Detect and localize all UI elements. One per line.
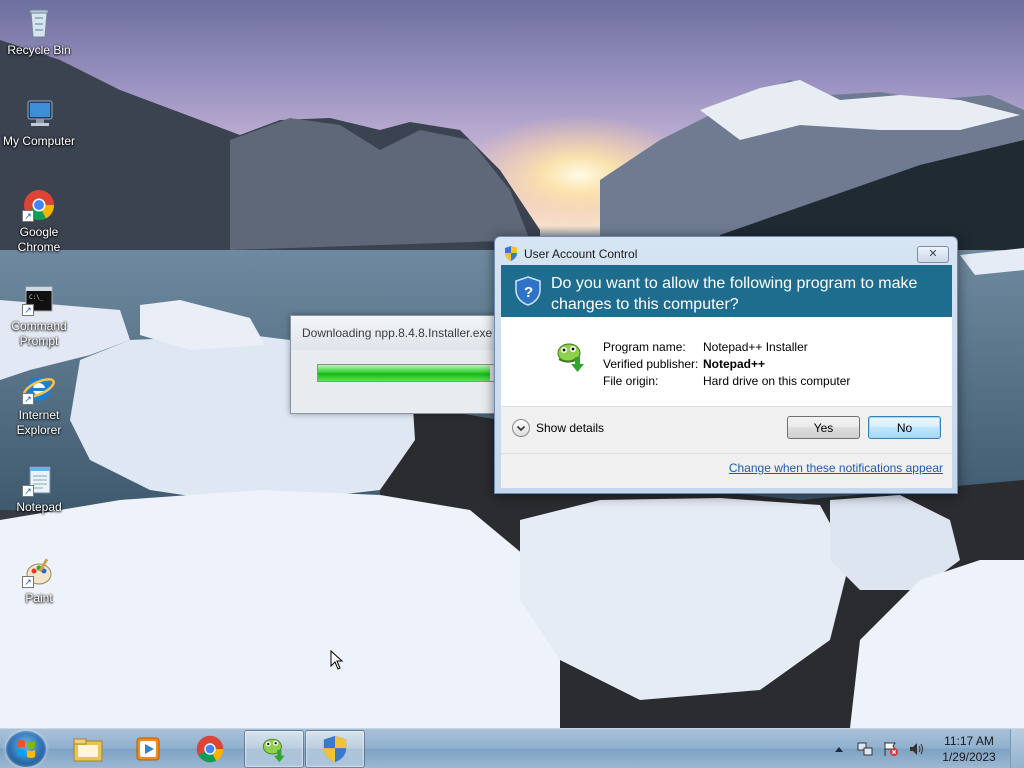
taskbar-clock[interactable]: 11:17 AM 1/29/2023	[934, 733, 1004, 765]
network-icon[interactable]	[857, 741, 873, 757]
desktop-icon-internet-explorer[interactable]: ↗ Internet Explorer	[1, 371, 77, 438]
shortcut-arrow-icon: ↗	[22, 485, 34, 497]
media-player-icon	[136, 737, 160, 761]
desktop-icon-label: Internet Explorer	[16, 408, 62, 437]
desktop-icon-my-computer[interactable]: My Computer	[1, 97, 77, 149]
mouse-cursor-icon	[330, 649, 344, 673]
file-origin-value: Hard drive on this computer	[703, 374, 851, 388]
desktop-icon-paint[interactable]: ↗ Paint	[1, 554, 77, 606]
show-details-toggle[interactable]: Show details	[512, 419, 604, 437]
download-progress-fill	[318, 365, 491, 381]
publisher-value: Notepad++	[703, 357, 766, 371]
desktop-icon-label: Command Prompt	[11, 319, 67, 348]
recycle-bin-icon	[22, 6, 56, 40]
command-prompt-icon: C:\_ ↗	[22, 282, 56, 316]
paint-icon: ↗	[22, 554, 56, 588]
desktop-icon-label: My Computer	[2, 134, 76, 148]
svg-text:C:\_: C:\_	[29, 294, 44, 301]
show-hidden-icons-icon[interactable]	[831, 741, 847, 757]
close-icon: ✕	[928, 248, 938, 260]
desktop-icon-command-prompt[interactable]: C:\_ ↗ Command Prompt	[1, 282, 77, 349]
notepad-icon: ↗	[22, 463, 56, 497]
yes-button[interactable]: Yes	[787, 416, 860, 439]
show-details-label: Show details	[536, 421, 605, 435]
program-info-grid: Program name: Notepad++ Installer Verifi…	[603, 339, 850, 390]
shortcut-arrow-icon: ↗	[22, 210, 34, 222]
chevron-down-icon	[512, 419, 530, 437]
download-progress-bar	[317, 364, 495, 382]
windows-explorer-icon	[73, 738, 103, 762]
uac-link-row: Change when these notifications appear	[501, 453, 952, 488]
action-center-flag-icon[interactable]	[883, 741, 899, 757]
file-origin-label: File origin:	[603, 374, 659, 388]
volume-icon[interactable]	[909, 741, 925, 757]
uac-dialog[interactable]: User Account Control ✕ ? Do you want to …	[494, 236, 958, 494]
windows-logo-icon	[17, 740, 35, 758]
start-button[interactable]	[6, 731, 46, 767]
uac-titlebar[interactable]: User Account Control ✕	[495, 237, 957, 265]
uac-shield-icon	[504, 246, 518, 264]
taskbar-windows-explorer[interactable]	[58, 730, 118, 768]
chrome-icon: ↗	[22, 188, 56, 222]
program-name-label: Program name:	[603, 340, 686, 354]
shortcut-arrow-icon: ↗	[22, 576, 34, 588]
svg-text:?: ?	[524, 284, 533, 301]
program-info-panel: Program name: Notepad++ Installer Verifi…	[501, 317, 952, 406]
no-button[interactable]: No	[868, 416, 941, 439]
change-notifications-link[interactable]: Change when these notifications appear	[729, 461, 943, 475]
desktop-icon-label: Paint	[25, 591, 53, 605]
system-tray: 11:17 AM 1/29/2023	[826, 729, 1024, 768]
desktop-icon-google-chrome[interactable]: ↗ Google Chrome	[1, 188, 77, 255]
download-window[interactable]: Downloading npp.8.4.8.Installer.exe	[290, 315, 505, 414]
uac-question: Do you want to allow the following progr…	[551, 275, 918, 313]
chrome-icon	[196, 735, 224, 763]
close-button[interactable]: ✕	[917, 246, 949, 263]
taskbar: 11:17 AM 1/29/2023	[0, 728, 1024, 768]
uac-button-row: Show details Yes No	[501, 406, 952, 453]
security-shield-icon: ?	[515, 276, 541, 309]
uac-shield-icon	[323, 735, 347, 763]
clock-date: 1/29/2023	[942, 750, 996, 764]
desktop-icon-label: Recycle Bin	[7, 43, 71, 57]
taskbar-notepad-plus-plus-installer[interactable]	[244, 730, 304, 768]
program-name-value: Notepad++ Installer	[703, 340, 808, 354]
publisher-label: Verified publisher:	[603, 357, 699, 371]
internet-explorer-icon: ↗	[22, 371, 56, 405]
clock-time: 11:17 AM	[944, 734, 994, 748]
desktop-icon-notepad[interactable]: ↗ Notepad	[1, 463, 77, 515]
taskbar-user-account-control[interactable]	[305, 730, 365, 768]
uac-question-banner: ? Do you want to allow the following pro…	[501, 265, 952, 317]
shortcut-arrow-icon: ↗	[22, 393, 34, 405]
taskbar-media-player[interactable]	[118, 730, 178, 768]
show-desktop-button[interactable]	[1010, 729, 1024, 768]
shortcut-arrow-icon: ↗	[22, 304, 34, 316]
desktop-icon-recycle-bin[interactable]: Recycle Bin	[1, 6, 77, 58]
notepad-plus-plus-icon	[262, 738, 285, 763]
download-window-title: Downloading npp.8.4.8.Installer.exe	[291, 316, 504, 350]
taskbar-chrome[interactable]	[180, 730, 240, 768]
computer-icon	[22, 97, 56, 131]
desktop-icon-label: Notepad	[16, 500, 62, 514]
notepad-plus-plus-icon	[553, 339, 589, 376]
uac-title: User Account Control	[524, 247, 638, 261]
desktop-icon-label: Google Chrome	[17, 225, 61, 254]
